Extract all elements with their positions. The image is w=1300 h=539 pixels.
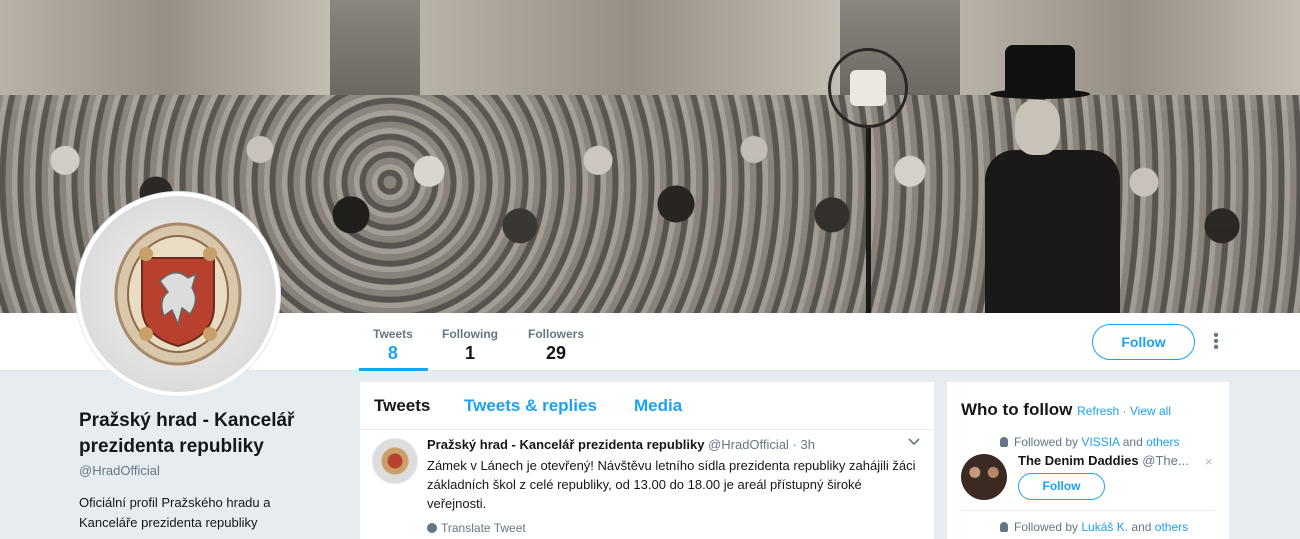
profile-handle[interactable]: @HradOfficial bbox=[79, 463, 160, 478]
tab-tweets-replies[interactable]: Tweets & replies bbox=[464, 396, 597, 416]
translate-tweet-link[interactable]: Translate Tweet bbox=[427, 521, 526, 535]
who-to-follow: Who to follow Refresh · View all Followe… bbox=[947, 382, 1229, 539]
refresh-link[interactable]: Refresh bbox=[1077, 404, 1119, 418]
banner-building bbox=[420, 0, 840, 110]
stat-tweets[interactable]: Tweets 8 bbox=[373, 327, 413, 364]
stat-label: Following bbox=[442, 327, 498, 341]
banner-speaker bbox=[985, 45, 1120, 313]
who-to-follow-header: Who to follow Refresh · View all bbox=[961, 400, 1171, 420]
tab-tweets[interactable]: Tweets bbox=[374, 396, 430, 416]
chevron-down-icon[interactable] bbox=[906, 435, 922, 451]
stat-value: 1 bbox=[464, 343, 475, 363]
tweet[interactable]: Pražský hrad - Kancelář prezidenta repub… bbox=[360, 430, 934, 539]
stat-label: Followers bbox=[528, 327, 585, 341]
close-icon[interactable]: × bbox=[1205, 454, 1213, 469]
tweet-timestamp[interactable]: 3h bbox=[801, 437, 815, 452]
followed-by-line: Followed by VISSIA and others bbox=[1000, 435, 1179, 449]
stat-following[interactable]: Following 1 bbox=[442, 327, 498, 364]
translate-label: Translate Tweet bbox=[441, 521, 526, 535]
tweet-header: Pražský hrad - Kancelář prezidenta repub… bbox=[427, 437, 815, 452]
followed-by-and: and bbox=[1122, 435, 1143, 449]
timeline: Tweets Tweets & replies Media Pražský hr… bbox=[360, 382, 934, 539]
tweet-author-name[interactable]: Pražský hrad - Kancelář prezidenta repub… bbox=[427, 437, 704, 452]
follow-button[interactable]: Follow bbox=[1092, 324, 1195, 360]
separator-dot: · bbox=[1122, 404, 1127, 418]
suggestion-display-name[interactable]: The Denim Daddies bbox=[1018, 453, 1139, 468]
divider bbox=[961, 510, 1215, 511]
stat-followers[interactable]: Followers 29 bbox=[528, 327, 584, 364]
tweet-author-handle[interactable]: @HradOfficial bbox=[708, 437, 789, 452]
coat-of-arms-icon bbox=[114, 222, 242, 366]
tab-media[interactable]: Media bbox=[634, 396, 682, 416]
followed-by-prefix: Followed by bbox=[1014, 435, 1079, 449]
stat-value: 8 bbox=[387, 343, 398, 363]
followed-by-others-link[interactable]: others bbox=[1155, 520, 1188, 534]
followed-by-and: and bbox=[1131, 520, 1152, 534]
tweet-text: Zámek v Lánech je otevřený! Návštěvu let… bbox=[427, 458, 916, 511]
suggestion-follow-button[interactable]: Follow bbox=[1018, 473, 1105, 500]
timeline-tabs: Tweets Tweets & replies Media bbox=[360, 382, 934, 430]
view-all-link[interactable]: View all bbox=[1130, 404, 1171, 418]
followed-by-line: Followed by Lukáš K. and others bbox=[1000, 520, 1188, 534]
vertical-dots-icon[interactable]: • • • bbox=[1210, 328, 1222, 356]
suggestion-avatar[interactable] bbox=[961, 454, 1007, 500]
tweet-avatar[interactable] bbox=[372, 438, 418, 484]
suggestion-handle[interactable]: @The... bbox=[1142, 453, 1188, 468]
banner-microphone bbox=[828, 48, 908, 313]
followed-by-prefix: Followed by bbox=[1014, 520, 1079, 534]
profile-name[interactable]: Pražský hrad - Kancelář prezidenta repub… bbox=[79, 408, 339, 460]
active-stat-underline bbox=[359, 368, 428, 371]
tweet-separator: · bbox=[792, 437, 797, 452]
stat-label: Tweets bbox=[373, 327, 413, 341]
person-icon bbox=[1000, 522, 1008, 532]
stat-value: 29 bbox=[545, 343, 567, 363]
who-to-follow-title: Who to follow bbox=[961, 400, 1073, 419]
followed-by-user-link[interactable]: VISSIA bbox=[1081, 435, 1119, 449]
profile-bio: Oficiální profil Pražského hradu a Kance… bbox=[79, 495, 271, 530]
globe-icon bbox=[427, 523, 437, 533]
followed-by-user-link[interactable]: Lukáš K. bbox=[1081, 520, 1128, 534]
banner-building bbox=[0, 0, 330, 110]
suggestion-name[interactable]: The Denim Daddies @The... bbox=[1018, 453, 1208, 468]
followed-by-others-link[interactable]: others bbox=[1146, 435, 1179, 449]
person-icon bbox=[1000, 437, 1008, 447]
profile-avatar[interactable] bbox=[76, 192, 280, 396]
